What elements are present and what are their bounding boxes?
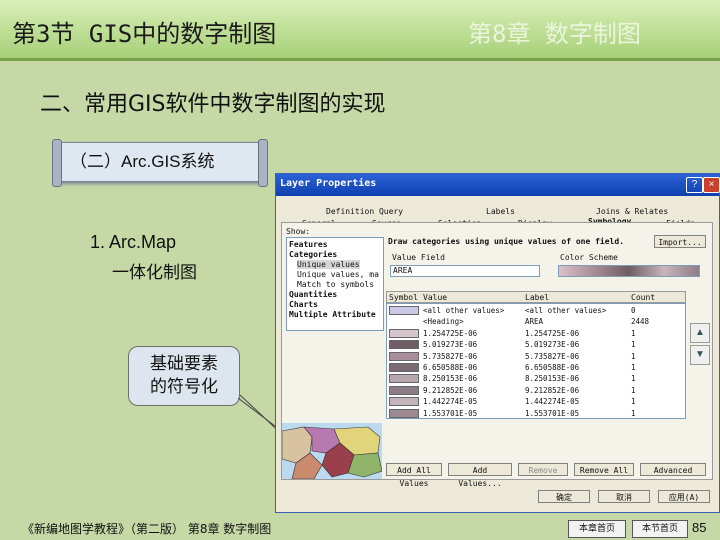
count-cell: 0 [631, 306, 636, 315]
label-cell: 1.254725E-06 [525, 328, 580, 338]
remove-button[interactable]: Remove [518, 463, 568, 476]
value-field-select[interactable]: AREA [390, 265, 540, 277]
advanced-button[interactable]: Advanced [640, 463, 706, 476]
remove-all-button[interactable]: Remove All [574, 463, 634, 476]
add-values-button[interactable]: Add Values... [448, 463, 512, 488]
count-cell: 1 [631, 397, 636, 407]
table-row[interactable]: <all other values> <all other values> 0 [387, 305, 685, 316]
value-cell: 5.019273E-06 [423, 340, 478, 350]
label-cell: <all other values> [525, 306, 607, 315]
section-home-button[interactable]: 本节首页 [632, 520, 688, 538]
layer-properties-window: Layer Properties ? × Definition Query La… [275, 173, 720, 513]
value-cell: 5.735827E-06 [423, 351, 478, 361]
value-cell: 1.442274E-05 [423, 397, 478, 407]
tree-unique-values-many[interactable]: Unique values, ma [297, 270, 379, 279]
count-cell: 1 [631, 340, 636, 350]
value-cell: <Heading> [423, 317, 464, 327]
page-number: 85 [692, 520, 707, 535]
symbol-swatch[interactable] [389, 306, 419, 315]
tree-multiple-attribute[interactable]: Multiple Attribute [289, 310, 376, 319]
value-cell: 1.553701E-05 [423, 408, 478, 418]
count-cell: 1 [631, 351, 636, 361]
draw-description: Draw categories using unique values of o… [388, 237, 625, 246]
symbol-swatch[interactable] [389, 397, 419, 407]
label-cell: 1.442274E-05 [525, 397, 580, 407]
symbol-swatch[interactable] [389, 351, 419, 361]
symbol-swatch[interactable] [389, 340, 419, 350]
col-count[interactable]: Count [631, 293, 655, 302]
table-row[interactable]: 5.735827E-06 5.735827E-06 1 [387, 351, 685, 362]
window-titlebar[interactable]: Layer Properties [276, 174, 719, 196]
chapter-home-button[interactable]: 本章首页 [568, 520, 626, 538]
show-label: Show: [286, 227, 311, 236]
table-row[interactable]: 1.442274E-05 1.442274E-05 1 [387, 396, 685, 407]
label-cell: 6.650588E-06 [525, 363, 580, 372]
label-cell: AREA [525, 317, 544, 327]
add-all-values-button[interactable]: Add All Values [386, 463, 442, 488]
count-cell: 1 [631, 374, 636, 384]
count-cell: 1 [631, 408, 636, 418]
label-cell: 8.250153E-06 [525, 374, 580, 384]
table-header: Symbol Value Label Count [386, 291, 686, 303]
table-row[interactable]: 6.650588E-06 6.650588E-06 1 [387, 362, 685, 373]
tab-labels[interactable]: Labels [486, 206, 515, 218]
label-cell: 5.019273E-06 [525, 340, 580, 350]
count-cell: 1 [631, 363, 636, 372]
value-cell: 9.212852E-06 [423, 385, 478, 395]
label-cell: 5.735827E-06 [525, 351, 580, 361]
values-table[interactable]: <all other values> <all other values> 0 <He… [386, 303, 686, 419]
import-button[interactable]: Import... [654, 235, 706, 248]
table-row[interactable]: 1.553701E-05 1.553701E-05 1 [387, 408, 685, 419]
map-preview [282, 423, 382, 479]
symbol-swatch[interactable] [389, 385, 419, 395]
label-cell: 9.212852E-06 [525, 385, 580, 395]
apply-button[interactable]: 应用(A) [658, 490, 710, 503]
table-row[interactable]: 9.212852E-06 9.212852E-06 1 [387, 385, 685, 396]
ok-button[interactable]: 确定 [538, 490, 590, 503]
symbol-swatch[interactable] [389, 408, 419, 418]
table-row[interactable]: 1.254725E-06 1.254725E-06 1 [387, 328, 685, 339]
symbol-swatch[interactable] [389, 363, 419, 372]
tree-quantities[interactable]: Quantities [289, 290, 337, 299]
tree-match-symbols[interactable]: Match to symbols [297, 280, 374, 289]
tree-features[interactable]: Features [289, 240, 328, 249]
symbol-swatch[interactable] [389, 374, 419, 384]
tree-unique-values[interactable]: Unique values [297, 260, 360, 269]
col-value[interactable]: Value [423, 293, 447, 302]
color-scheme-select[interactable] [558, 265, 700, 277]
close-button[interactable]: × [703, 177, 720, 193]
col-label[interactable]: Label [525, 293, 549, 302]
value-cell: 8.250153E-06 [423, 374, 478, 384]
value-cell: 6.650588E-06 [423, 363, 478, 372]
symbol-swatch[interactable] [389, 328, 419, 338]
label-cell: 1.553701E-05 [525, 408, 580, 418]
move-up-button[interactable]: ▲ [690, 323, 710, 343]
count-cell: 2448 [631, 317, 650, 327]
help-button[interactable]: ? [686, 177, 703, 193]
table-row[interactable]: <Heading> AREA 2448 [387, 316, 685, 327]
table-row[interactable]: 8.250153E-06 8.250153E-06 1 [387, 373, 685, 384]
cancel-button[interactable]: 取消 [598, 490, 650, 503]
count-cell: 1 [631, 385, 636, 395]
renderer-tree[interactable]: Features Categories Unique values Unique… [286, 237, 384, 331]
tree-categories[interactable]: Categories [289, 250, 337, 259]
window-title: Layer Properties [280, 178, 377, 189]
move-down-button[interactable]: ▼ [690, 345, 710, 365]
value-field-label: Value Field [392, 253, 445, 262]
col-symbol[interactable]: Symbol [389, 293, 418, 302]
color-scheme-label: Color Scheme [560, 253, 618, 262]
tab-definition-query[interactable]: Definition Query [326, 206, 403, 218]
table-row[interactable]: 5.019273E-06 5.019273E-06 1 [387, 339, 685, 350]
tree-charts[interactable]: Charts [289, 300, 318, 309]
symbology-panel: Show: Features Categories Unique values … [281, 222, 713, 488]
count-cell: 1 [631, 328, 636, 338]
value-cell: 1.254725E-06 [423, 328, 478, 338]
footer-book-title: 《新编地图学教程》（第二版） 第8章 数字制图 [22, 522, 272, 536]
value-cell: <all other values> [423, 306, 505, 315]
